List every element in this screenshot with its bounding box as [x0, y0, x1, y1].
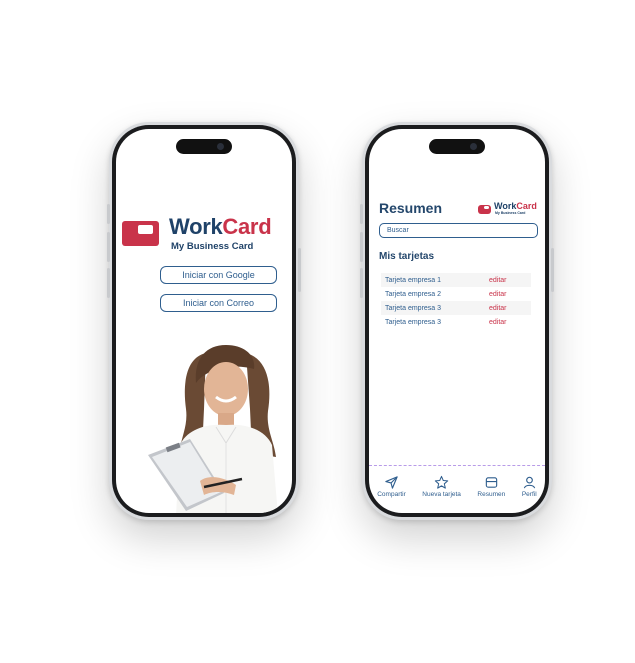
search-input[interactable]: Buscar [379, 223, 538, 238]
logo-wordmark: WorkCard [169, 214, 272, 240]
logo-card-text: Card [222, 214, 272, 239]
workcard-logo: WorkCard My Business Card [122, 214, 292, 254]
login-phone: WorkCard My Business Card Iniciar con Go… [107, 122, 301, 520]
side-button [107, 204, 110, 224]
edit-link[interactable]: editar [489, 277, 507, 284]
side-button [107, 268, 110, 298]
side-button [107, 232, 110, 262]
side-button [298, 248, 301, 292]
tab-perfil[interactable]: Perfil [522, 475, 537, 498]
workcard-logo-small: WorkCard My Business Card [478, 201, 544, 218]
page-title: Resumen [379, 200, 443, 216]
cards-list: Tarjeta empresa 1 editar Tarjeta empresa… [381, 273, 531, 329]
logo-tagline: My Business Card [171, 241, 254, 252]
login-screen: WorkCard My Business Card Iniciar con Go… [116, 129, 292, 513]
bottom-tab-bar: Compartir Nueva tarjeta Resumen Perfil [369, 475, 545, 511]
side-button [360, 232, 363, 262]
card-name: Tarjeta empresa 2 [385, 290, 442, 298]
tab-label: Resumen [477, 491, 506, 498]
section-title: Mis tarjetas [379, 251, 435, 262]
card-name: Tarjeta empresa 1 [385, 276, 442, 284]
list-item[interactable]: Tarjeta empresa 1 editar [381, 273, 531, 287]
logo-card-text: Card [516, 201, 537, 211]
side-button [360, 204, 363, 224]
logo-wordmark: WorkCard [494, 201, 537, 211]
card-name: Tarjeta empresa 3 [385, 304, 442, 312]
card-logo-icon [122, 221, 159, 246]
edit-link[interactable]: editar [489, 291, 507, 298]
logo-tagline: My Business Card [495, 211, 526, 215]
dynamic-island [429, 139, 485, 154]
side-button [360, 268, 363, 298]
list-item[interactable]: Tarjeta empresa 3 editar [381, 301, 531, 315]
tab-resumen[interactable]: Resumen [477, 475, 505, 498]
star-icon [434, 475, 449, 489]
summary-screen: Resumen WorkCard My Business Card Buscar… [369, 129, 545, 513]
list-item[interactable]: Tarjeta empresa 3 editar [381, 315, 531, 329]
edit-link[interactable]: editar [489, 305, 507, 312]
logo-work-text: Work [494, 201, 517, 211]
tab-label: Perfil [521, 491, 537, 498]
tab-label: Nueva tarjeta [422, 491, 461, 498]
tabbar-divider [369, 465, 545, 466]
tab-label: Compartir [377, 491, 406, 498]
list-item[interactable]: Tarjeta empresa 2 editar [381, 287, 531, 301]
user-icon [523, 476, 535, 489]
google-login-button[interactable]: Iniciar con Google [160, 266, 277, 284]
dynamic-island [176, 139, 232, 154]
side-button [551, 248, 554, 292]
tab-compartir[interactable]: Compartir [377, 475, 406, 498]
card-logo-icon [478, 205, 491, 214]
woman-photo [148, 345, 278, 513]
logo-work-text: Work [169, 214, 223, 239]
edit-link[interactable]: editar [489, 319, 507, 326]
send-icon [385, 476, 398, 489]
tab-nueva-tarjeta[interactable]: Nueva tarjeta [422, 475, 461, 498]
card-icon [485, 477, 498, 488]
card-name: Tarjeta empresa 3 [385, 318, 442, 326]
summary-phone: Resumen WorkCard My Business Card Buscar… [360, 122, 554, 520]
email-login-button[interactable]: Iniciar con Correo [160, 294, 277, 312]
